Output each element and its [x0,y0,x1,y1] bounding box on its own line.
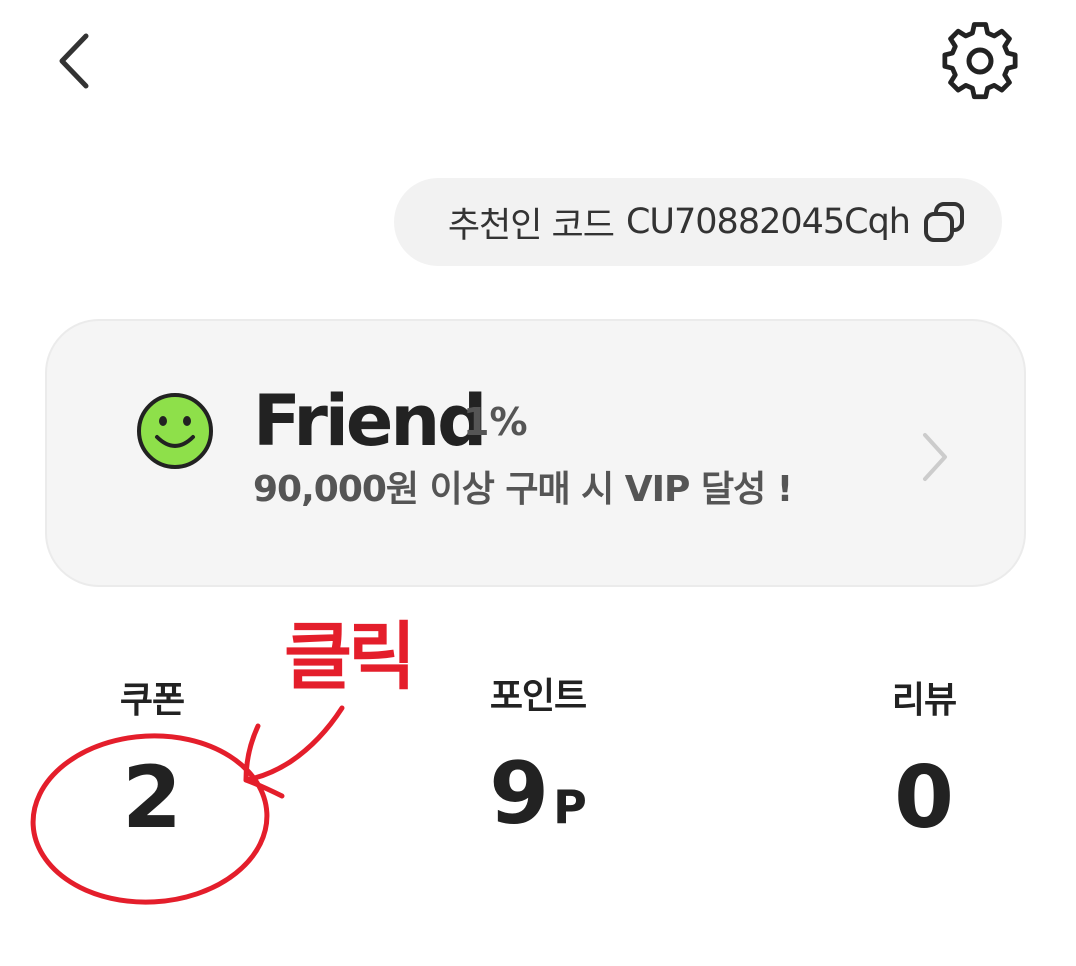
smiley-icon [137,393,213,469]
membership-tier-card[interactable]: Friend 1% 90,000원 이상 구매 시 VIP 달성 ! [45,319,1026,587]
chevron-right-icon [923,433,947,481]
review-label: 리뷰 [891,680,957,721]
review-stat[interactable]: 리뷰 0 [814,676,1034,848]
point-value: 9 [489,744,550,844]
coupon-stat[interactable]: 쿠폰 2 [42,676,262,848]
point-value-wrapper: 9P [428,744,648,857]
coupon-label: 쿠폰 [119,680,185,721]
tier-rate: 1% [463,400,528,444]
settings-button[interactable] [938,22,1022,100]
tier-name: Friend [253,380,487,462]
chevron-left-icon [59,33,89,89]
point-stat[interactable]: 포인트 9P [428,672,648,857]
referral-code-value: CU70882045Cqh [625,202,911,242]
review-count: 0 [894,748,954,848]
coupon-count: 2 [122,748,182,848]
point-unit: P [553,780,587,834]
gear-icon [942,22,1018,100]
tier-description: 90,000원 이상 구매 시 VIP 달성 ! [253,469,793,510]
annotation-click-text: 클릭 [284,614,416,700]
copy-icon[interactable] [920,198,968,246]
point-label: 포인트 [489,676,587,717]
referral-code-pill[interactable]: 추천인 코드 CU70882045Cqh [394,178,1002,266]
back-button[interactable] [48,26,104,96]
referral-code-label: 추천인 코드 [447,205,615,246]
